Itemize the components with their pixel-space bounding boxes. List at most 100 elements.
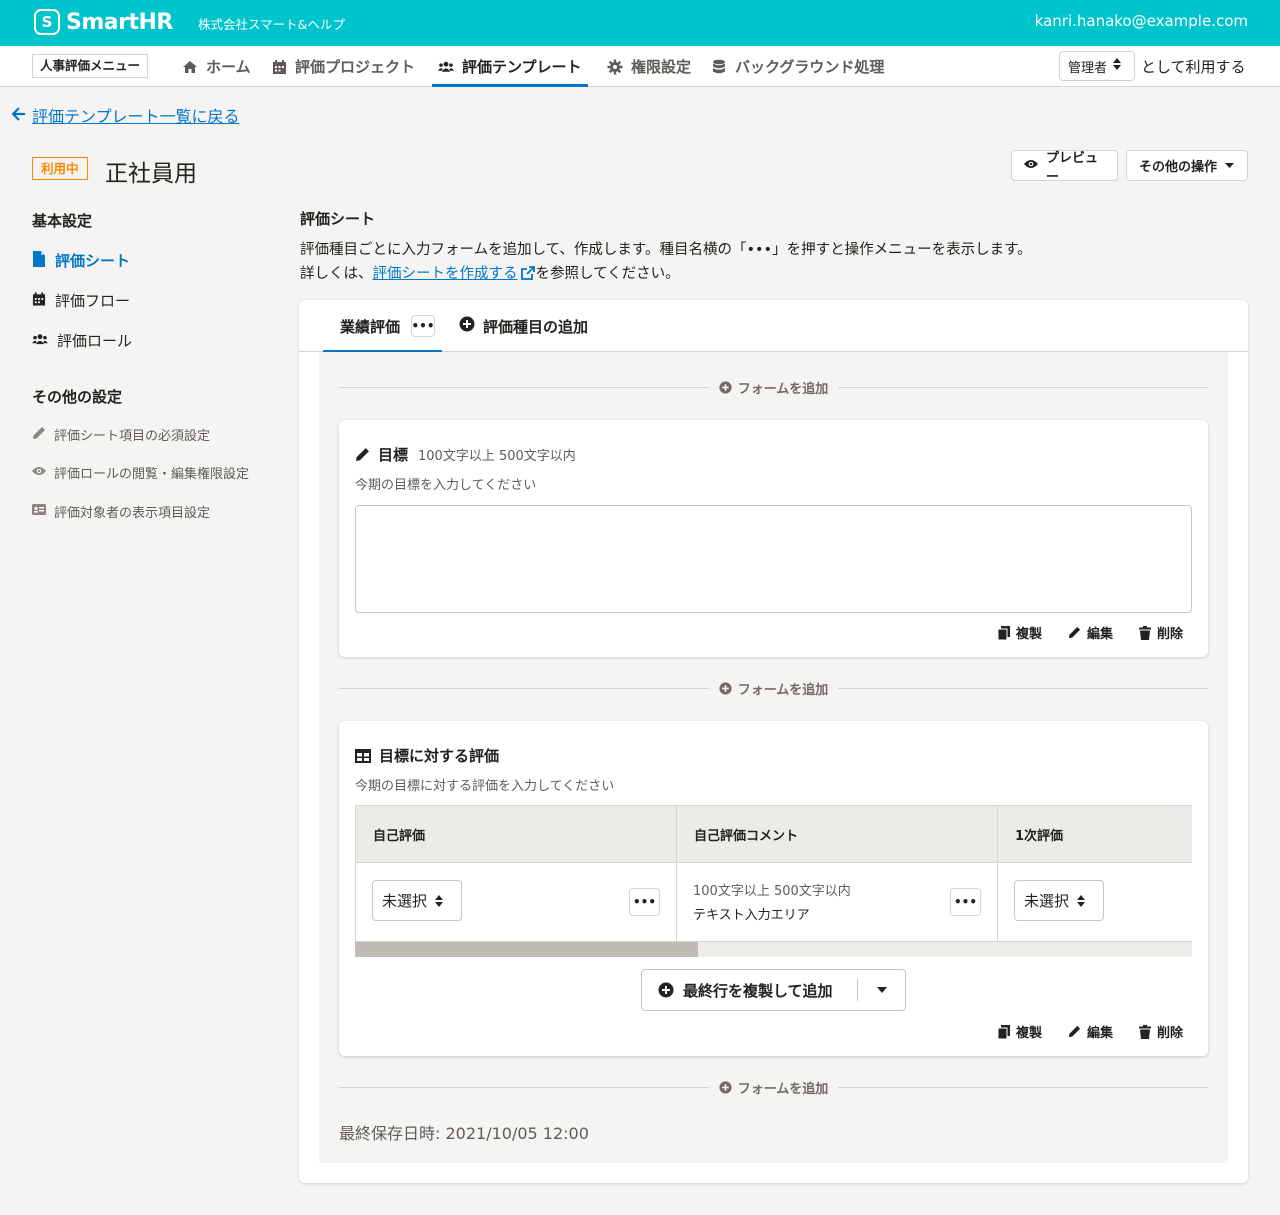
nav-evaluation-template[interactable]: 評価テンプレート (432, 46, 588, 87)
duplicate-button[interactable]: 複製 (997, 1022, 1042, 1041)
brand-name: SmartHR (66, 9, 173, 35)
add-form-button[interactable]: フォームを追加 (709, 679, 839, 698)
role-select[interactable]: 管理者 (1059, 51, 1135, 81)
sheet-description: 評価種目ごとに入力フォームを追加して、作成します。種目名横の「•••」を押すと操… (300, 242, 1032, 258)
duplicate-options-toggle[interactable] (858, 987, 905, 993)
add-form-divider: フォームを追加 (339, 377, 1208, 397)
duplicate-label: 複製 (1015, 1026, 1042, 1041)
form-title-label: 目標 (378, 446, 409, 464)
gear-icon (607, 59, 623, 75)
divider-line (838, 1086, 1208, 1088)
comment-length-hint: 100文字以上 500文字以内 (693, 884, 851, 899)
scrollbar-thumb[interactable] (355, 942, 699, 957)
sidebar-item-label: 評価ロール (57, 332, 133, 350)
self-evaluation-select[interactable]: 未選択 (372, 880, 462, 921)
create-sheet-help-link[interactable]: 評価シートを作成する (373, 266, 518, 282)
add-form-button[interactable]: フォームを追加 (709, 378, 839, 397)
sidebar-item-display-items-settings[interactable]: 評価対象者の表示項目設定 (32, 502, 210, 521)
caret-down-icon (876, 987, 887, 993)
arrow-left-icon (11, 106, 26, 125)
comment-field-type: テキスト入力エリア (693, 908, 810, 923)
users-icon (438, 59, 454, 75)
preview-button[interactable]: プレビュー (1011, 150, 1118, 185)
edit-button[interactable]: 編集 (1068, 1022, 1113, 1041)
cell-more-button[interactable]: ••• (629, 888, 660, 916)
sidebar-item-evaluation-role[interactable]: 評価ロール (32, 330, 132, 351)
copy-icon (997, 1024, 1010, 1039)
nav-evaluation-project[interactable]: 評価プロジェクト (271, 46, 415, 87)
pencil-icon (356, 448, 369, 461)
smarthr-logo[interactable]: S SmartHR (34, 9, 173, 35)
add-category-label: 評価種目の追加 (483, 317, 589, 336)
tab-performance-evaluation[interactable]: 業績評価 ••• (323, 300, 442, 353)
cell-more-button[interactable]: ••• (950, 888, 981, 916)
add-form-label: フォームを追加 (737, 682, 829, 698)
horizontal-scrollbar[interactable] (355, 942, 1192, 957)
add-category-button[interactable]: 評価種目の追加 (459, 300, 588, 352)
nav-evaluation-template-label: 評価テンプレート (462, 58, 582, 76)
table-header-row: 自己評価 自己評価コメント 1次評価 (355, 805, 1192, 863)
select-value: 未選択 (1024, 892, 1070, 910)
nav-background-jobs[interactable]: バックグラウンド処理 (711, 46, 884, 87)
app-menu-label: 人事評価メニュー (32, 54, 149, 78)
divider-line (339, 386, 709, 388)
edit-button[interactable]: 編集 (1068, 623, 1113, 642)
calendar-icon (32, 291, 46, 311)
back-link-label: 評価テンプレート一覧に戻る (32, 107, 240, 126)
sidebar-item-label: 評価ロールの閲覧・編集権限設定 (54, 467, 250, 482)
table-row: 未選択 ••• 100文字以上 500文字以内 テキスト入力エリア ••• 未選… (355, 863, 1192, 942)
table-cell: 未選択 (998, 863, 1192, 941)
sidebar-item-label: 評価シート (55, 252, 131, 270)
nav-permission-settings[interactable]: 権限設定 (607, 46, 691, 87)
duplicate-last-row-button[interactable]: 最終行を複製して追加 (642, 980, 857, 1001)
user-menu[interactable]: kanri.hanako@example.com (1035, 12, 1248, 30)
form-card-goal-evaluation: 目標に対する評価 今期の目標に対する評価を入力してください 自己評価 自己評価コ… (339, 721, 1208, 1056)
document-icon (32, 250, 46, 271)
evaluation-table: 自己評価 自己評価コメント 1次評価 未選択 ••• 100文字以上 500文字… (355, 805, 1192, 957)
sort-icon (1113, 58, 1122, 74)
copy-icon (997, 625, 1010, 640)
edit-label: 編集 (1086, 627, 1113, 642)
first-evaluation-select[interactable]: 未選択 (1014, 880, 1104, 921)
column-header: 自己評価 (356, 806, 677, 863)
plus-circle-icon (658, 982, 674, 998)
form-card-goal: 目標 100文字以上 500文字以内 今期の目標を入力してください 複製 編集 … (339, 420, 1208, 657)
tab-more-button[interactable]: ••• (411, 315, 436, 337)
other-actions-label: その他の操作 (1139, 160, 1218, 175)
edit-label: 編集 (1086, 1026, 1113, 1041)
delete-button[interactable]: 削除 (1138, 623, 1183, 642)
goal-textarea[interactable] (355, 505, 1192, 613)
eye-icon (32, 465, 46, 480)
nav-home[interactable]: ホーム (182, 46, 251, 87)
category-tab-bar: 業績評価 ••• 評価種目の追加 (299, 300, 1248, 353)
other-settings-heading: その他の設定 (32, 388, 123, 406)
sidebar-item-evaluation-sheet[interactable]: 評価シート (32, 250, 130, 271)
id-card-icon (32, 504, 46, 519)
sidebar-item-required-settings[interactable]: 評価シート項目の必須設定 (32, 425, 210, 444)
trash-icon (1138, 625, 1151, 640)
duplicate-last-row-label: 最終行を複製して追加 (683, 981, 833, 1000)
form-title: 目標に対する評価 (355, 745, 499, 766)
sheet-description-help: 詳しくは、評価シートを作成する を参照してください。 (300, 262, 680, 284)
add-form-button[interactable]: フォームを追加 (709, 1078, 839, 1097)
tenant-name: 株式会社スマート&ヘルプ (198, 17, 345, 32)
sidebar-item-role-permission-settings[interactable]: 評価ロールの閲覧・編集権限設定 (32, 463, 249, 482)
other-actions-dropdown[interactable]: その他の操作 (1126, 150, 1248, 181)
table-cell: 未選択 ••• (356, 863, 677, 941)
nav-permission-settings-label: 権限設定 (631, 58, 692, 76)
delete-button[interactable]: 削除 (1138, 1022, 1183, 1041)
back-to-template-list-link[interactable]: 評価テンプレート一覧に戻る (11, 103, 240, 127)
preview-button-label: プレビュー (1046, 150, 1099, 185)
users-icon (32, 332, 48, 350)
calendar-icon (271, 59, 287, 75)
sidebar-item-evaluation-flow[interactable]: 評価フロー (32, 290, 130, 311)
status-badge: 利用中 (32, 157, 88, 180)
plus-circle-icon (459, 316, 475, 336)
delete-label: 削除 (1156, 627, 1183, 642)
add-form-divider: フォームを追加 (339, 1077, 1208, 1097)
form-description: 今期の目標に対する評価を入力してください (355, 779, 615, 794)
duplicate-button[interactable]: 複製 (997, 623, 1042, 642)
description-suffix: を参照してください。 (535, 266, 680, 282)
last-saved-timestamp: 最終保存日時: 2021/10/05 12:00 (339, 1124, 589, 1143)
divider-line (339, 687, 709, 689)
